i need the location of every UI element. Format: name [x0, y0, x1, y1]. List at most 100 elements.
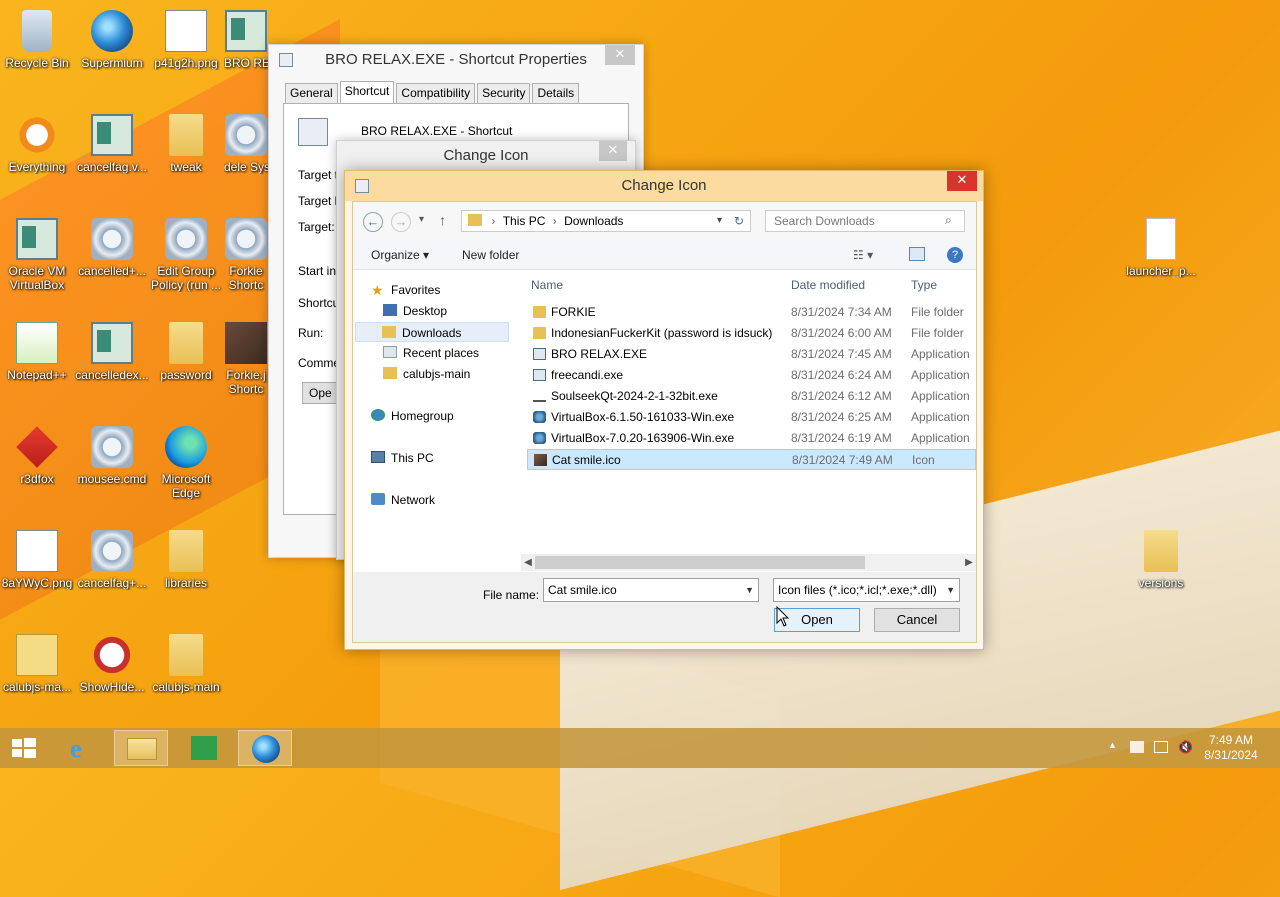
organize-button[interactable]: Organize ▾: [371, 240, 429, 270]
app-icon: [225, 10, 267, 52]
file-row[interactable]: IndonesianFuckerKit (password is idsuck)…: [527, 323, 976, 344]
tab-shortcut[interactable]: Shortcut: [339, 81, 395, 103]
nav-homegroup[interactable]: Homegroup: [371, 406, 454, 426]
desktop-icon-launcher[interactable]: launcher_p...: [1124, 218, 1198, 278]
file-name: VirtualBox-7.0.20-163906-Win.exe: [551, 431, 735, 445]
shortcut-name: BRO RELAX.EXE - Shortcut: [361, 124, 513, 138]
search-input[interactable]: Search Downloads: [765, 210, 965, 232]
scroll-left-icon[interactable]: ◀: [521, 554, 535, 571]
back-button[interactable]: ←: [363, 212, 383, 232]
file-row[interactable]: VirtualBox-6.1.50-161033-Win.exe 8/31/202…: [527, 407, 976, 428]
desktop-icon-cancelledex[interactable]: cancelledex...: [75, 322, 149, 382]
horizontal-scrollbar[interactable]: ◀ ▶: [521, 554, 976, 571]
desktop-icon: [383, 304, 397, 316]
file-row[interactable]: BRO RELAX.EXE 8/31/2024 7:45 AM Applicatio…: [527, 344, 976, 365]
preview-pane-icon[interactable]: [909, 247, 925, 261]
column-header-type[interactable]: Type: [911, 278, 937, 292]
cancel-button[interactable]: Cancel: [874, 608, 960, 632]
taskbar-internet-explorer[interactable]: e: [56, 730, 110, 766]
new-folder-button[interactable]: New folder: [462, 240, 519, 270]
desktop-icon-mousee[interactable]: mousee.cmd: [75, 426, 149, 486]
file-row[interactable]: VirtualBox-7.0.20-163906-Win.exe 8/31/202…: [527, 428, 976, 449]
column-header-name[interactable]: Name: [531, 278, 563, 292]
network-icon[interactable]: [1154, 741, 1168, 753]
close-button[interactable]: ✕: [947, 171, 977, 191]
nav-recent-places[interactable]: Recent places: [383, 343, 479, 363]
edge-icon: [165, 426, 207, 468]
desktop-icon-cancelfag-plus[interactable]: cancelfag+...: [75, 530, 149, 590]
nav-downloads[interactable]: Downloads: [355, 322, 509, 342]
file-row[interactable]: freecandi.exe 8/31/2024 6:24 AM Applicatio…: [527, 365, 976, 386]
close-button[interactable]: ✕: [605, 45, 635, 65]
taskbar-file-explorer[interactable]: [114, 730, 168, 766]
desktop-icon-cancelled-plus[interactable]: cancelled+...: [75, 218, 149, 278]
up-button[interactable]: ↑: [439, 212, 446, 228]
file-row[interactable]: FORKIE 8/31/2024 7:34 AM File folder: [527, 302, 976, 323]
show-hidden-icons-button[interactable]: ▲: [1108, 740, 1117, 750]
desktop-icon-showhide[interactable]: ShowHide...: [75, 634, 149, 694]
chevron-down-icon[interactable]: ▼: [944, 579, 955, 601]
chevron-down-icon[interactable]: ▾: [717, 211, 722, 231]
desktop-icon-supermium[interactable]: Supermium: [75, 10, 149, 70]
tab-bar: General Shortcut Compatibility Security …: [285, 81, 581, 103]
taskbar-store[interactable]: [178, 730, 232, 766]
column-header-date[interactable]: Date modified: [791, 278, 865, 292]
file-row[interactable]: SoulseekQt-2024-2-1-32bit.exe 8/31/2024 6…: [527, 386, 976, 407]
desktop-icon-calubjs-zip[interactable]: calubjs-ma...: [0, 634, 74, 694]
clock[interactable]: 7:49 AM 8/31/2024: [1196, 733, 1266, 763]
file-type: Application: [911, 368, 970, 382]
desktop-icon-everything[interactable]: Everything: [0, 114, 74, 174]
refresh-icon[interactable]: ↻: [734, 211, 744, 231]
open-file-location-button[interactable]: Ope: [302, 382, 339, 404]
file-type: Application: [911, 431, 970, 445]
file-list: Name Date modified Type FORKIE 8/31/2024 …: [527, 270, 976, 550]
desktop-icon-bro-relax[interactable]: BRO RELAX...: [224, 10, 268, 70]
file-name-input[interactable]: Cat smile.ico ▼: [543, 578, 759, 602]
desktop-icon-p41g2h[interactable]: p41g2h.png: [149, 10, 223, 70]
desktop-icon-calubjs-main[interactable]: calubjs-main: [149, 634, 223, 694]
nav-favorites[interactable]: ★ Favorites: [371, 280, 440, 300]
file-row[interactable]: Cat smile.ico 8/31/2024 7:49 AM Icon: [527, 449, 976, 470]
recent-locations-button[interactable]: ▾: [419, 214, 424, 225]
taskbar-supermium[interactable]: [238, 730, 292, 766]
nav-this-pc[interactable]: This PC: [371, 448, 434, 468]
nav-network[interactable]: Network: [371, 490, 435, 510]
desktop-icon-forkie-j-shortcut[interactable]: Forkie.j Shortc: [224, 322, 268, 396]
start-button[interactable]: [0, 730, 48, 766]
desktop-icon-r3dfox[interactable]: r3dfox: [0, 426, 74, 486]
desktop-icon-notepadpp[interactable]: Notepad++: [0, 322, 74, 382]
scrollbar-thumb[interactable]: [535, 556, 865, 569]
address-bar[interactable]: › This PC › Downloads ▾ ↻: [461, 210, 751, 232]
breadcrumb-this-pc[interactable]: This PC: [503, 214, 546, 228]
file-name: VirtualBox-6.1.50-161033-Win.exe: [551, 410, 735, 424]
forward-button[interactable]: →: [391, 212, 411, 232]
desktop-icon-tweak[interactable]: tweak: [149, 114, 223, 174]
volume-muted-icon[interactable]: 🔇: [1178, 740, 1193, 754]
desktop-icon-edge[interactable]: Microsoft Edge: [149, 426, 223, 500]
action-center-icon[interactable]: [1130, 741, 1144, 753]
file-type-select[interactable]: Icon files (*.ico;*.icl;*.exe;*.dll) ▼: [773, 578, 960, 602]
desktop-icon-libraries[interactable]: libraries: [149, 530, 223, 590]
tab-security[interactable]: Security: [477, 83, 531, 103]
desktop-icon-virtualbox[interactable]: Oracle VM VirtualBox: [0, 218, 74, 292]
desktop-icon-8aywyc[interactable]: 8aYWyC.png: [0, 530, 74, 590]
tab-details[interactable]: Details: [532, 83, 580, 103]
tab-compatibility[interactable]: Compatibility: [396, 83, 476, 103]
close-button[interactable]: ✕: [599, 141, 627, 161]
tab-general[interactable]: General: [285, 83, 338, 103]
help-icon[interactable]: ?: [947, 247, 963, 263]
nav-calubjs-main[interactable]: calubjs-main: [383, 364, 470, 384]
breadcrumb-downloads[interactable]: Downloads: [564, 214, 623, 228]
scroll-right-icon[interactable]: ▶: [962, 554, 976, 571]
desktop-icon-cancelfag[interactable]: cancelfag.v...: [75, 114, 149, 174]
desktop-icon-recycle-bin[interactable]: Recycle Bin: [0, 10, 74, 70]
desktop-icon-edit-group-policy[interactable]: Edit Group Policy (run ...: [149, 218, 223, 292]
nav-desktop[interactable]: Desktop: [383, 301, 447, 321]
desktop-icon-password[interactable]: password: [149, 322, 223, 382]
view-options-button[interactable]: ☷ ▾: [853, 240, 873, 270]
virtualbox-icon: [533, 411, 546, 423]
desktop-icon-delete-systems[interactable]: dele Systems: [224, 114, 268, 174]
desktop-icon-forkie-shortcut[interactable]: Forkie Shortc: [224, 218, 268, 292]
desktop-icon-versions[interactable]: versions: [1124, 530, 1198, 590]
chevron-down-icon[interactable]: ▼: [745, 579, 754, 601]
